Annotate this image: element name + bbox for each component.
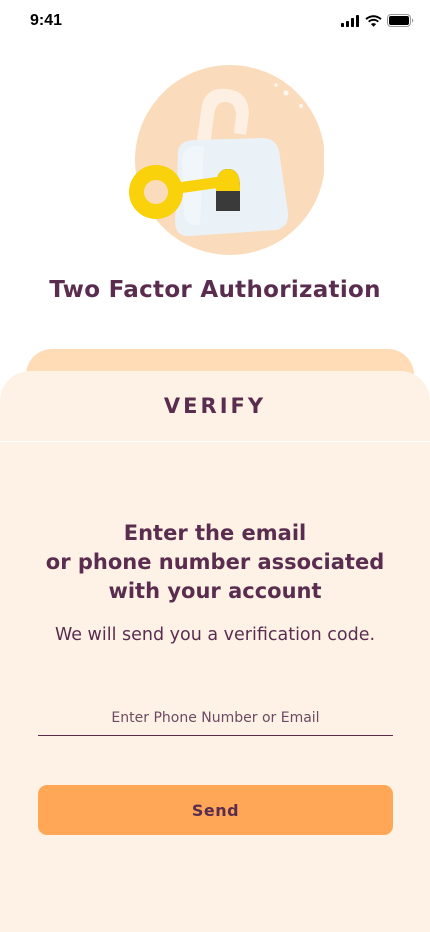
status-icons (341, 14, 414, 27)
verify-subtitle: We will send you a verification code. (54, 625, 376, 645)
status-bar: 9:41 (0, 0, 430, 44)
verify-heading: VERIFY (163, 394, 267, 418)
send-button[interactable]: Send (38, 785, 393, 835)
padlock-with-key-illustration (128, 65, 325, 255)
prompt-line: with your account (108, 579, 322, 603)
prompt-line: Enter the email (123, 521, 307, 545)
prompt-line: or phone number associated (45, 550, 385, 574)
verify-prompt: Enter the email or phone number associat… (0, 519, 430, 606)
battery-icon (387, 14, 414, 27)
verify-card: VERIFY Enter the email or phone number a… (0, 371, 430, 932)
cellular-signal-icon (341, 14, 359, 27)
verify-header: VERIFY (0, 371, 430, 442)
page-title: Two Factor Authorization (49, 277, 381, 303)
contact-field-wrapper (38, 701, 393, 736)
phone-or-email-input[interactable] (38, 701, 393, 735)
wifi-icon (365, 14, 382, 27)
status-time: 9:41 (30, 12, 63, 29)
